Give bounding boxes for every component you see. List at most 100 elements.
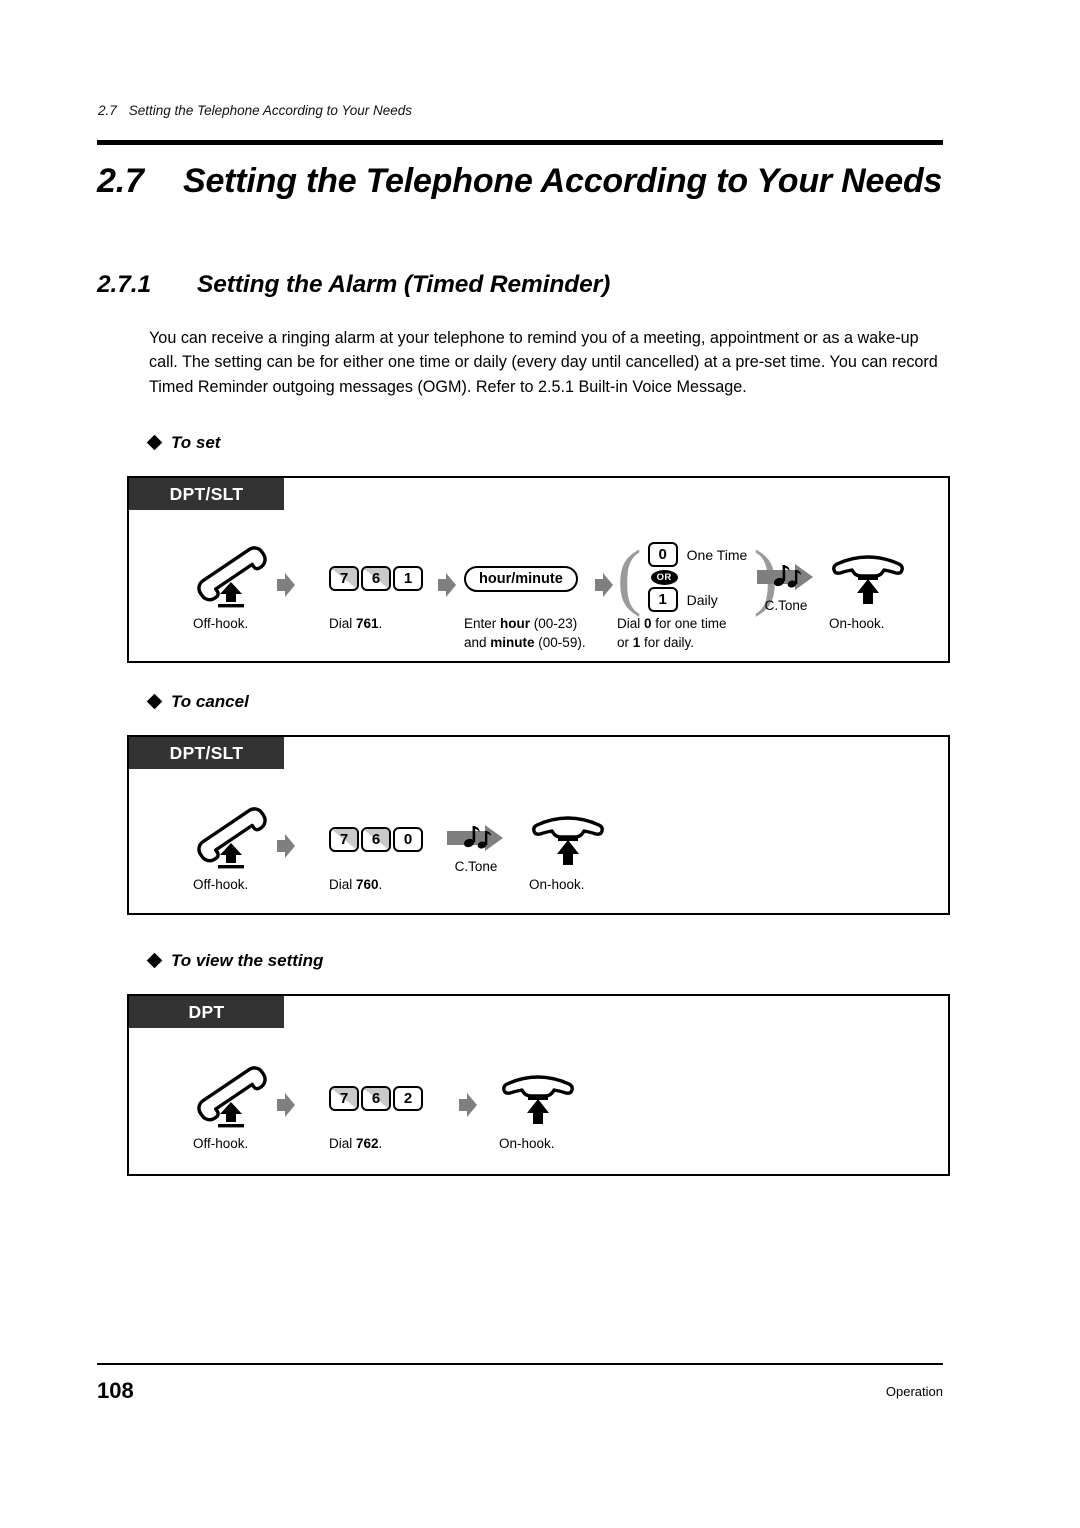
section-title: 2.7.1 Setting the Alarm (Timed Reminder) (97, 271, 957, 299)
procedure-box-2: DPT/SLT Off-hook. 7 6 0 Dial 760. C.Tone On… (127, 735, 950, 915)
confirmation-tone: C.Tone (447, 823, 505, 874)
key-label: 0 (658, 546, 667, 563)
key-label: 6 (371, 570, 381, 587)
procedure-heading-3: To view the setting (146, 951, 324, 971)
key-label: 6 (371, 1090, 381, 1107)
confirmation-tone-label: C.Tone (764, 598, 808, 613)
choice-option-label: One Time (686, 546, 748, 563)
step-caption: On-hook. (499, 1136, 555, 1151)
phone-type-band: DPT/SLT (129, 737, 284, 769)
on-hook-icon[interactable] (829, 548, 907, 615)
flow-arrow-glyph (277, 1093, 295, 1117)
step-icon-slot: C.Tone (447, 823, 505, 885)
step-1-offhook: Off-hook. (193, 1028, 271, 1151)
flow-arrow (438, 572, 456, 598)
chapter-number: 2.7 (97, 162, 144, 200)
flow-arrow (459, 1092, 477, 1118)
step-icon-slot (193, 546, 271, 608)
flow-arrow (277, 1092, 295, 1118)
footer-label: Operation (885, 1384, 943, 1399)
body-paragraph: You can receive a ringing alarm at your … (149, 329, 938, 396)
confirmation-tone-label: C.Tone (454, 859, 498, 874)
choice-option-one-time[interactable]: 0 One Time (647, 542, 748, 567)
step-caption: Off-hook. (193, 1136, 249, 1151)
off-hook-icon[interactable] (193, 807, 271, 874)
off-hook-icon[interactable] (193, 546, 271, 613)
off-hook-handset-glyph (197, 546, 267, 608)
phone-type-band: DPT (129, 996, 284, 1028)
on-hook-icon[interactable] (529, 809, 607, 876)
flow-arrow-glyph (277, 573, 295, 597)
procedure-heading-label: To view the setting (171, 951, 324, 970)
step-caption: Dial 761. (329, 616, 383, 631)
step-caption: On-hook. (829, 616, 885, 631)
section-title-text: Setting the Alarm (Timed Reminder) (197, 271, 611, 298)
key-label: 7 (339, 570, 349, 587)
chapter-title: Setting the Telephone According to Your … (183, 162, 943, 200)
key-1[interactable]: 1 (647, 587, 678, 612)
key-0[interactable]: 0 (393, 827, 423, 852)
on-hook-handset-glyph (832, 555, 904, 604)
choice-or-row: OR (648, 569, 748, 585)
procedure-box-1: DPT/SLT Off-hook. 7 6 1 Dial 761. hour/minu… (127, 476, 950, 663)
step-icon-slot (193, 807, 271, 869)
flow-arrow (277, 572, 295, 598)
key-label: 1 (658, 591, 667, 608)
off-hook-handset-glyph (197, 807, 267, 869)
step-1-offhook: Off-hook. (193, 510, 271, 631)
step-caption: Off-hook. (193, 877, 249, 892)
procedure-flow: Off-hook. 7 6 1 Dial 761. hour/minute Enter … (129, 510, 948, 661)
choice-option-daily[interactable]: 1 Daily (647, 587, 748, 612)
step-caption: On-hook. (529, 877, 585, 892)
step-3-onhook: On-hook. (499, 1028, 577, 1151)
off-hook-icon[interactable] (193, 1066, 271, 1133)
step-icon-slot (529, 809, 607, 871)
procedure-heading-1: To set (146, 433, 221, 453)
document-page: 2.7 Setting the Telephone According to Yo… (0, 0, 1080, 1528)
key-label: 1 (403, 570, 413, 587)
header-rule (97, 140, 943, 145)
step-caption: Off-hook. (193, 616, 249, 631)
hour-minute-pill[interactable]: hour/minute (464, 566, 578, 592)
key-0[interactable]: 0 (647, 542, 678, 567)
key-6[interactable]: 6 (361, 1086, 391, 1111)
choice-option-label: Daily (686, 591, 718, 608)
step-3-ctone: C.Tone (447, 769, 505, 874)
diamond-bullet-icon (146, 434, 163, 451)
on-hook-handset-glyph (502, 1075, 574, 1124)
key-6[interactable]: 6 (361, 566, 391, 591)
running-header-number: 2.7 (98, 103, 117, 118)
key-6[interactable]: 6 (361, 827, 391, 852)
running-header-title: Setting the Telephone According to Your … (128, 103, 412, 118)
phone-type-band: DPT/SLT (129, 478, 284, 510)
confirmation-tone-glyph (447, 825, 503, 851)
procedure-box-3: DPT Off-hook. 7 6 2 Dial 762. On-hook. (127, 994, 950, 1176)
keypad-sequence: 7 6 1 (329, 566, 423, 591)
page-title: 2.7 Setting the Telephone According to Yo… (97, 160, 957, 204)
step-4-choice: (0One TimeOR1Daily)Dial 0 for one timeor… (617, 510, 778, 650)
step-caption: Dial 762. (329, 1136, 383, 1151)
or-badge: OR (650, 569, 678, 585)
footer-rule (97, 1363, 943, 1365)
key-2[interactable]: 2 (393, 1086, 423, 1111)
off-hook-handset-glyph (197, 1066, 267, 1128)
diamond-bullet-icon (146, 952, 163, 969)
procedure-heading-2: To cancel (146, 692, 249, 712)
procedure-heading-label: To set (171, 433, 221, 452)
step-icon-slot (193, 1066, 271, 1128)
key-label: 0 (403, 831, 413, 848)
key-7[interactable]: 7 (329, 1086, 359, 1111)
step-2-keys: 7 6 2 Dial 762. (329, 1028, 423, 1151)
key-7[interactable]: 7 (329, 827, 359, 852)
step-1-offhook: Off-hook. (193, 769, 271, 892)
key-label: 7 (339, 831, 349, 848)
key-7[interactable]: 7 (329, 566, 359, 591)
key-1[interactable]: 1 (393, 566, 423, 591)
step-icon-slot (829, 548, 907, 610)
on-hook-icon[interactable] (499, 1068, 577, 1135)
confirmation-tone-icon (447, 823, 505, 858)
keypad-sequence: 7 6 2 (329, 1086, 423, 1111)
on-hook-handset-glyph (532, 816, 604, 865)
flow-arrow-glyph (438, 573, 456, 597)
running-header: 2.7 Setting the Telephone According to Yo… (98, 103, 943, 118)
